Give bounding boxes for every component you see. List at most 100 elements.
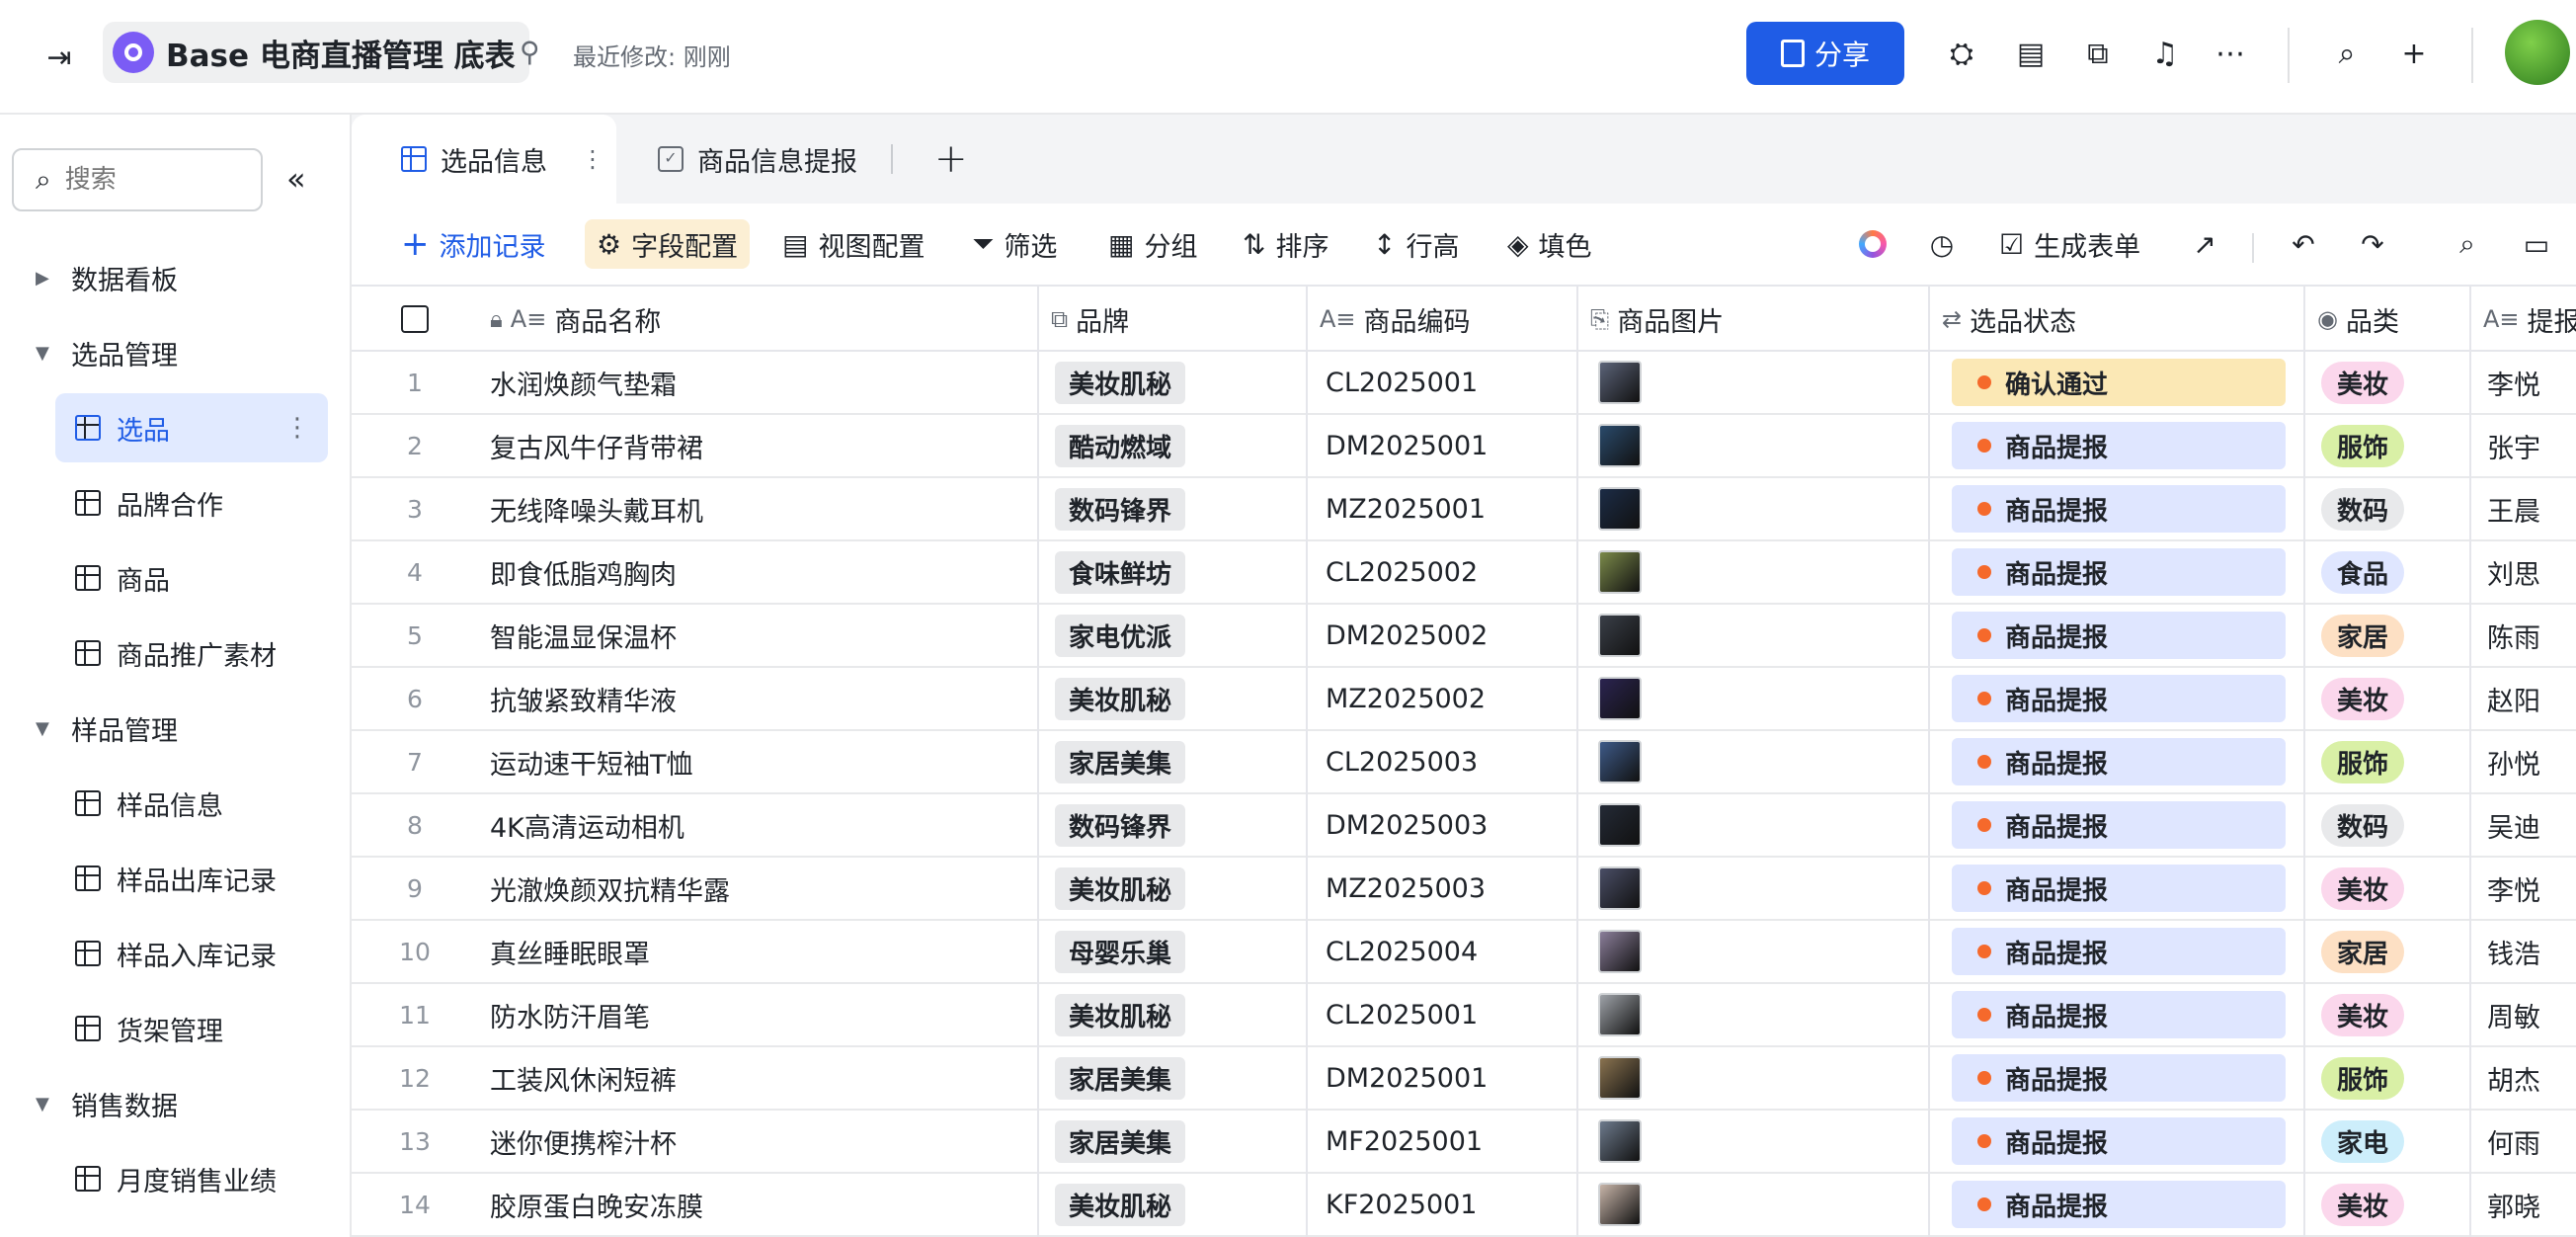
status-cell[interactable]: 商品提报 — [1952, 415, 2297, 476]
product-name-cell[interactable]: 胶原蛋白晚安冻膜 — [482, 1174, 1035, 1235]
add-view-icon[interactable]: + — [934, 136, 968, 182]
sidebar-item-brand[interactable]: 品牌合作 — [0, 468, 336, 537]
status-cell[interactable]: 商品提报 — [1952, 605, 2297, 666]
table-row[interactable]: 10 真丝睡眠眼罩 母婴乐巢 CL2025004 商品提报 家居 钱浩 — [352, 921, 2576, 984]
field-config-button[interactable]: ⚙ 字段配置 — [585, 219, 751, 269]
product-name-cell[interactable]: 迷你便携榨汁杯 — [482, 1111, 1035, 1172]
product-image-cell[interactable] — [1598, 541, 1924, 603]
sidebar-toggle-icon[interactable]: ⇥ — [40, 38, 79, 77]
category-cell[interactable]: 服饰 — [2321, 415, 2469, 476]
sidebar-group-sample[interactable]: ▼ 样品管理 — [0, 694, 336, 763]
sidebar-item-monthly-sales[interactable]: 月度销售业绩 — [0, 1144, 336, 1213]
column-header-status[interactable]: ⇄ 选品状态 — [1930, 287, 2305, 352]
product-image-cell[interactable] — [1598, 415, 1924, 476]
table-row[interactable]: 6 抗皱紧致精华液 美妆肌秘 MZ2025002 商品提报 美妆 赵阳 — [352, 668, 2576, 731]
product-code-cell[interactable]: CL2025002 — [1326, 541, 1572, 603]
product-thumbnail[interactable] — [1598, 993, 1642, 1036]
category-cell[interactable]: 美妆 — [2321, 1174, 2469, 1235]
category-cell[interactable]: 家居 — [2321, 605, 2469, 666]
table-row[interactable]: 11 防水防汗眉笔 美妆肌秘 CL2025001 商品提报 美妆 周敏 — [352, 984, 2576, 1047]
product-image-cell[interactable] — [1598, 478, 1924, 539]
column-header-category[interactable]: ◉ 品类 — [2305, 287, 2471, 352]
product-code-cell[interactable]: CL2025004 — [1326, 921, 1572, 982]
table-row[interactable]: 14 胶原蛋白晚安冻膜 美妆肌秘 KF2025001 商品提报 美妆 郭晓 — [352, 1174, 2576, 1237]
status-cell[interactable]: 商品提报 — [1952, 668, 2297, 729]
brand-cell[interactable]: 食味鲜坊 — [1055, 541, 1302, 603]
product-name-cell[interactable]: 水润焕颜气垫霜 — [482, 352, 1035, 413]
product-thumbnail[interactable] — [1598, 1056, 1642, 1100]
status-cell[interactable]: 商品提报 — [1952, 478, 2297, 539]
product-image-cell[interactable] — [1598, 1174, 1924, 1235]
brand-cell[interactable]: 美妆肌秘 — [1055, 352, 1302, 413]
row-height-button[interactable]: ↕ 行高 — [1373, 219, 1459, 269]
brand-cell[interactable]: 数码锋界 — [1055, 478, 1302, 539]
status-cell[interactable]: 商品提报 — [1952, 541, 2297, 603]
table-row[interactable]: 3 无线降噪头戴耳机 数码锋界 MZ2025001 商品提报 数码 王晨 — [352, 478, 2576, 541]
table-row[interactable]: 12 工装风休闲短裤 家居美集 DM2025001 商品提报 服饰 胡杰 — [352, 1047, 2576, 1111]
product-image-cell[interactable] — [1598, 794, 1924, 856]
product-thumbnail[interactable] — [1598, 677, 1642, 720]
reporter-cell[interactable]: 何雨 — [2487, 1111, 2576, 1172]
base-title-pill[interactable]: Base 电商直播管理 底表 — [103, 22, 529, 83]
brand-cell[interactable]: 家居美集 — [1055, 1047, 1302, 1109]
product-code-cell[interactable]: DM2025001 — [1326, 1047, 1572, 1109]
status-cell[interactable]: 商品提报 — [1952, 921, 2297, 982]
category-cell[interactable]: 数码 — [2321, 478, 2469, 539]
product-code-cell[interactable]: KF2025001 — [1326, 1174, 1572, 1235]
product-code-cell[interactable]: DM2025002 — [1326, 605, 1572, 666]
collapse-sidebar-icon[interactable]: « — [286, 160, 306, 198]
tab-selection-info[interactable]: 选品信息 ⋮ — [352, 115, 616, 204]
product-name-cell[interactable]: 复古风牛仔背带裙 — [482, 415, 1035, 476]
brand-cell[interactable]: 美妆肌秘 — [1055, 668, 1302, 729]
pin-icon[interactable]: ⚲ — [520, 36, 540, 68]
category-cell[interactable]: 美妆 — [2321, 984, 2469, 1045]
table-row[interactable]: 1 水润焕颜气垫霜 美妆肌秘 CL2025001 确认通过 美妆 李悦 — [352, 352, 2576, 415]
table-row[interactable]: 13 迷你便携榨汁杯 家居美集 MF2025001 商品提报 家电 何雨 — [352, 1111, 2576, 1174]
status-cell[interactable]: 商品提报 — [1952, 1174, 2297, 1235]
reporter-cell[interactable]: 吴迪 — [2487, 794, 2576, 856]
category-cell[interactable]: 食品 — [2321, 541, 2469, 603]
brand-cell[interactable]: 家居美集 — [1055, 1111, 1302, 1172]
ai-ring-icon[interactable] — [1853, 219, 1892, 269]
category-cell[interactable]: 服饰 — [2321, 731, 2469, 792]
column-header-reporter[interactable]: A≡ 提报 — [2471, 287, 2576, 352]
product-thumbnail[interactable] — [1598, 487, 1642, 531]
brand-cell[interactable]: 家电优派 — [1055, 605, 1302, 666]
brand-cell[interactable]: 数码锋界 — [1055, 794, 1302, 856]
status-cell[interactable]: 商品提报 — [1952, 731, 2297, 792]
reporter-cell[interactable]: 周敏 — [2487, 984, 2576, 1045]
product-thumbnail[interactable] — [1598, 1183, 1642, 1226]
brand-cell[interactable]: 家居美集 — [1055, 731, 1302, 792]
category-cell[interactable]: 服饰 — [2321, 1047, 2469, 1109]
view-config-button[interactable]: ▤ 视图配置 — [782, 219, 925, 269]
product-name-cell[interactable]: 抗皱紧致精华液 — [482, 668, 1035, 729]
table-row[interactable]: 7 运动速干短袖T恤 家居美集 CL2025003 商品提报 服饰 孙悦 — [352, 731, 2576, 794]
category-cell[interactable]: 美妆 — [2321, 668, 2469, 729]
reporter-cell[interactable]: 陈雨 — [2487, 605, 2576, 666]
product-code-cell[interactable]: CL2025003 — [1326, 731, 1572, 792]
more-icon[interactable]: ⋯ — [2211, 34, 2250, 73]
product-image-cell[interactable] — [1598, 984, 1924, 1045]
category-cell[interactable]: 数码 — [2321, 794, 2469, 856]
search-input[interactable] — [64, 165, 213, 195]
brand-cell[interactable]: 母婴乐巢 — [1055, 921, 1302, 982]
sidebar-item-sample-in[interactable]: 样品入库记录 — [0, 919, 336, 988]
sidebar-item-sample-out[interactable]: 样品出库记录 — [0, 844, 336, 913]
generate-form-button[interactable]: ☑ 生成表单 — [1999, 219, 2140, 269]
column-header-brand[interactable]: ⧉ 品牌 — [1039, 287, 1308, 352]
sidebar-item-sample-info[interactable]: 样品信息 — [0, 769, 336, 838]
reporter-cell[interactable]: 张宇 — [2487, 415, 2576, 476]
reporter-cell[interactable]: 钱浩 — [2487, 921, 2576, 982]
product-image-cell[interactable] — [1598, 1047, 1924, 1109]
product-thumbnail[interactable] — [1598, 740, 1642, 783]
brand-cell[interactable]: 美妆肌秘 — [1055, 858, 1302, 919]
category-cell[interactable]: 家电 — [2321, 1111, 2469, 1172]
product-name-cell[interactable]: 无线降噪头戴耳机 — [482, 478, 1035, 539]
plugin-icon[interactable]: ⧉ — [2078, 34, 2118, 73]
table-row[interactable]: 9 光澈焕颜双抗精华露 美妆肌秘 MZ2025003 商品提报 美妆 李悦 — [352, 858, 2576, 921]
sort-button[interactable]: ⇅ 排序 — [1243, 219, 1328, 269]
product-code-cell[interactable]: MZ2025003 — [1326, 858, 1572, 919]
product-name-cell[interactable]: 4K高清运动相机 — [482, 794, 1035, 856]
reporter-cell[interactable]: 李悦 — [2487, 858, 2576, 919]
product-thumbnail[interactable] — [1598, 424, 1642, 467]
